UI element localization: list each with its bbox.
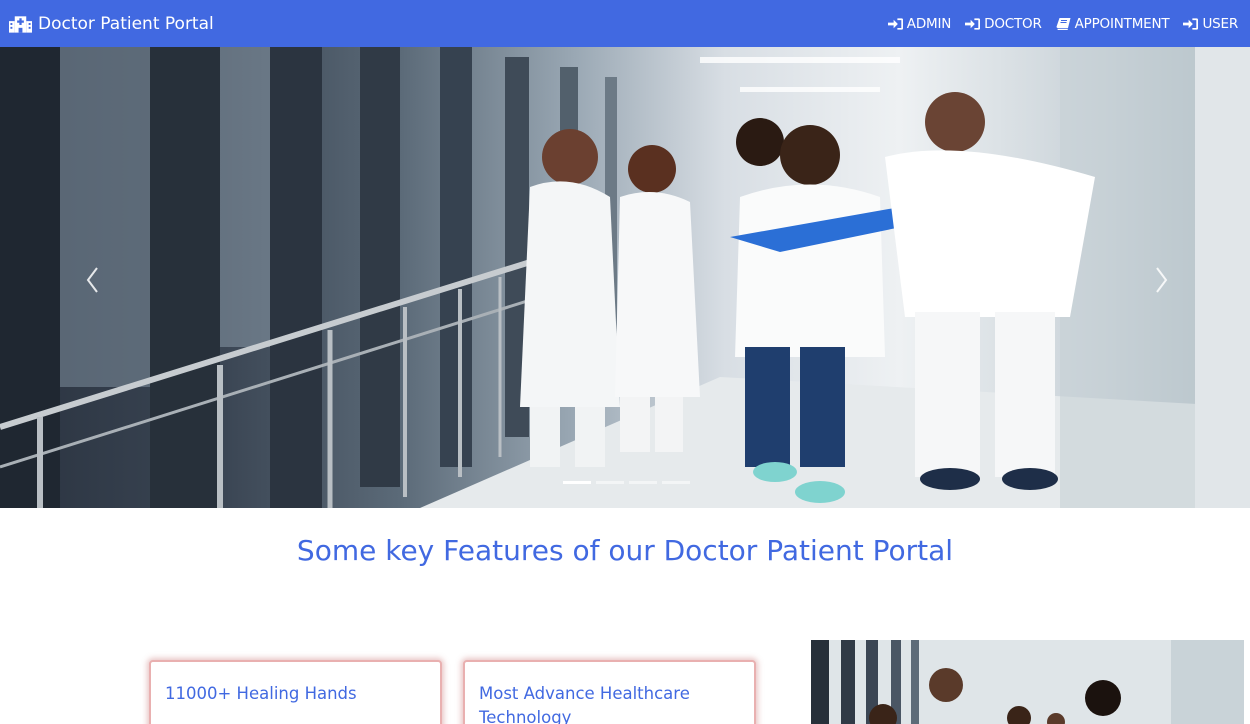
carousel-next-icon[interactable] — [1146, 260, 1176, 300]
nav-appointment-label: APPOINTMENT — [1074, 15, 1170, 32]
carousel-prev-icon[interactable] — [78, 260, 108, 300]
carousel-indicator-1[interactable] — [563, 481, 591, 484]
nav-admin-label: ADMIN — [906, 15, 952, 32]
nav-user-link[interactable]: USER — [1183, 16, 1238, 32]
brand-link[interactable]: Doctor Patient Portal — [9, 14, 214, 34]
nav-links: ADMIN DOCTOR APPOINTMENT USER — [887, 15, 1238, 32]
sign-in-icon — [965, 17, 981, 30]
sign-in-icon — [887, 17, 903, 30]
hero-image — [0, 47, 1250, 508]
carousel-indicator-3[interactable] — [629, 481, 657, 484]
nav-admin-link[interactable]: ADMIN — [887, 15, 952, 32]
feature-card: Most Advance Healthcare Technology — [463, 660, 756, 724]
doctors-group-image — [811, 640, 1244, 724]
features-heading: Some key Features of our Doctor Patient … — [296, 534, 954, 567]
navbar: Doctor Patient Portal ADMIN DOCTOR APPOI… — [0, 0, 1250, 47]
nav-user-label: USER — [1202, 15, 1238, 32]
carousel-indicator-2[interactable] — [596, 481, 624, 484]
doctors-group-photo — [811, 640, 1244, 724]
nav-appointment-link[interactable]: APPOINTMENT — [1056, 16, 1170, 32]
feature-card-title: Most Advance Healthcare Technology — [479, 684, 690, 724]
carousel-indicators — [563, 481, 690, 484]
sign-in-icon — [1183, 17, 1199, 30]
feature-card-title: 11000+ Healing Hands — [165, 684, 357, 703]
hero-carousel — [0, 47, 1250, 508]
nav-doctor-link[interactable]: DOCTOR — [965, 16, 1042, 32]
brand-name: Doctor Patient Portal — [38, 13, 214, 34]
hospital-icon — [9, 15, 32, 33]
feature-card: 11000+ Healing Hands — [149, 660, 442, 724]
nav-doctor-label: DOCTOR — [984, 15, 1042, 32]
book-icon — [1056, 17, 1071, 30]
carousel-indicator-4[interactable] — [662, 481, 690, 484]
